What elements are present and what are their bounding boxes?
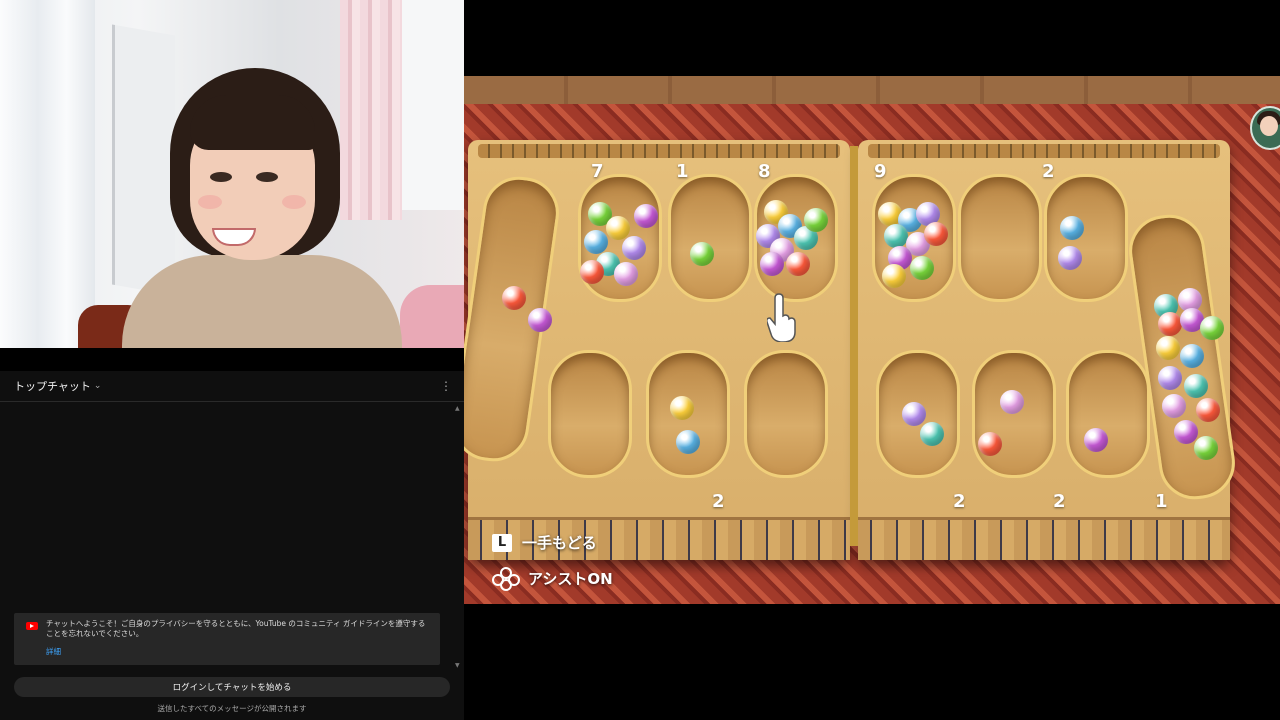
cheek [198,195,222,209]
window [402,0,464,210]
marble [606,216,630,240]
marble [1174,420,1198,444]
marble [760,252,784,276]
chat-scrollbar[interactable]: ▲ ▼ [455,405,461,669]
marble [910,256,934,280]
marble [1180,344,1204,368]
curtain [340,0,402,220]
marble [804,208,828,232]
marble [1158,312,1182,336]
scroll-down-icon[interactable]: ▼ [455,662,460,669]
webcam-feed [0,0,464,348]
streamer-body [122,255,402,348]
streamer-bangs [190,95,315,150]
marble [1158,366,1182,390]
pit-top-6[interactable] [1044,174,1128,302]
pointer-hand-icon [767,293,796,342]
marble [978,432,1002,456]
marble [924,222,948,246]
standing-mirror [112,24,175,296]
pit-bottom-5[interactable] [972,350,1056,478]
chat-header: トップチャット ⌄ ⋮ [0,371,464,402]
eye [210,172,232,182]
pit-count-top-3: 8 [758,161,771,182]
pit-bottom-3[interactable] [744,350,828,478]
marble [786,252,810,276]
chevron-down-icon: ⌄ [93,381,102,391]
marble [528,308,552,332]
assist-control[interactable]: アシストON [492,567,613,591]
pit-count-bottom-3: 2 [1053,491,1066,512]
more-options-icon[interactable]: ⋮ [440,379,452,393]
pit-count-top-1: 7 [591,161,604,182]
board-trim [868,144,1220,158]
board-trim [858,517,1230,560]
pit-bottom-1[interactable] [548,350,632,478]
marble [1060,216,1084,240]
stick-icon [492,567,520,591]
marble [1000,390,1024,414]
game-screen: 7 1 8 9 2 2 2 2 1 L 一手もどる アシストON [464,76,1280,604]
pit-count-top-2: 1 [676,161,689,182]
chat-mode-selector[interactable]: トップチャット ⌄ [14,378,101,394]
marble [502,286,526,310]
cushion [400,285,464,348]
pit-top-5[interactable] [958,174,1042,302]
marble [1156,336,1180,360]
welcome-message: チャットへようこそ！ご自身のプライバシーを守るとともに、YouTube のコミュ… [14,613,440,665]
curtain [0,0,95,348]
pit-count-bottom-2: 2 [953,491,966,512]
details-link[interactable]: 詳細 [46,646,61,657]
marble [1200,316,1224,340]
marble [614,262,638,286]
pit-count-bottom-4: 1 [1155,491,1168,512]
marble [1058,246,1082,270]
board-hinge [850,146,858,546]
login-to-chat-button[interactable]: ログインしてチャットを始める [14,677,450,697]
pit-count-bottom-1: 2 [712,491,725,512]
marble [1084,428,1108,452]
eye [256,172,278,182]
marble [670,396,694,420]
public-messages-note: 送信したすべてのメッセージが公開されます [157,704,307,713]
undo-label: 一手もどる [522,534,597,552]
marble [1162,394,1186,418]
l-button-icon: L [492,533,512,552]
undo-control[interactable]: L 一手もどる [492,532,597,553]
scroll-up-icon[interactable]: ▲ [455,405,460,412]
avatar-face [1260,116,1278,136]
live-chat-panel: トップチャット ⌄ ⋮ ▲ ▼ チャットへようこそ！ご自身のプライバシーを守ると… [0,371,464,720]
marble [1184,374,1208,398]
marble [634,204,658,228]
marble [1194,436,1218,460]
marble [884,224,908,248]
marble [622,236,646,260]
chat-title: トップチャット [14,380,91,393]
assist-label: アシストON [528,569,613,588]
marble [920,422,944,446]
youtube-icon [26,622,38,630]
marble [1196,398,1220,422]
marble [676,430,700,454]
pit-bottom-6[interactable] [1066,350,1150,478]
pit-top-2[interactable] [668,174,752,302]
marble [882,264,906,288]
marble [580,260,604,284]
board-trim [478,144,840,158]
marble [690,242,714,266]
marble [584,230,608,254]
pit-count-top-4: 9 [874,161,887,182]
cheek [282,195,306,209]
pit-count-top-5: 2 [1042,161,1055,182]
welcome-text: チャットへようこそ！ご自身のプライバシーを守るとともに、YouTube のコミュ… [46,619,426,638]
marble [902,402,926,426]
